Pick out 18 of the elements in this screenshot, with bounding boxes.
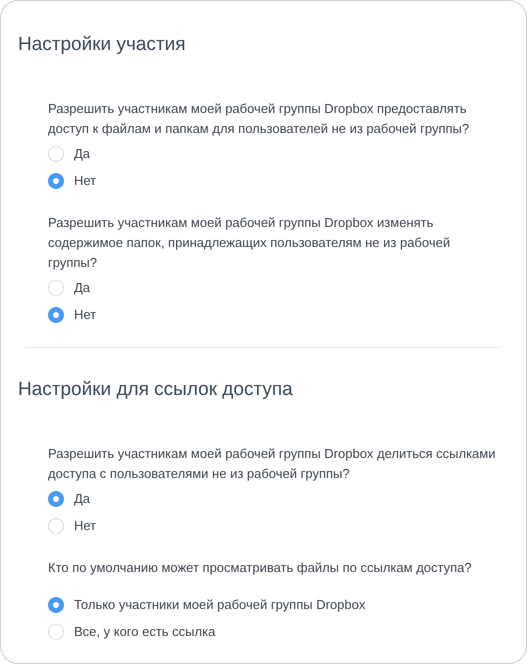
radio-button[interactable]	[48, 596, 64, 612]
option-label[interactable]: Нет	[74, 516, 96, 536]
option-label[interactable]: Да	[74, 144, 90, 164]
question-text: Разрешить участникам моей рабочей группы Dropbox изменять содержимое папок, принадлежащих пользователям не из рабочей группы?	[48, 214, 452, 272]
option-label[interactable]: Нет	[74, 304, 96, 324]
question-text: Кто по умолчанию может просматривать файлы по ссылкам доступа?	[48, 559, 473, 577]
question-text: Разрешить участникам моей рабочей группы Dropbox предоставлять доступ к файлам и папкам для пользователей не из рабочей группы?	[48, 100, 470, 138]
option-label[interactable]: Да	[74, 488, 90, 508]
radio-button[interactable]	[48, 172, 64, 188]
radio-button[interactable]	[48, 490, 64, 506]
section-title: Настройки участия	[18, 33, 187, 57]
option-label[interactable]: Все, у кого есть ссылка	[74, 622, 216, 642]
section-title: Настройки для ссылок доступа	[18, 378, 294, 402]
radio-button[interactable]	[48, 306, 64, 322]
option-label[interactable]: Нет	[74, 170, 96, 190]
option-label[interactable]: Только участники моей рабочей группы Dropbox	[74, 594, 366, 614]
question-text: Разрешить участникам моей рабочей группы Dropbox делиться ссылками доступа с пользователями не из рабочей группы?	[48, 445, 496, 483]
option-label[interactable]: Да	[74, 278, 90, 298]
